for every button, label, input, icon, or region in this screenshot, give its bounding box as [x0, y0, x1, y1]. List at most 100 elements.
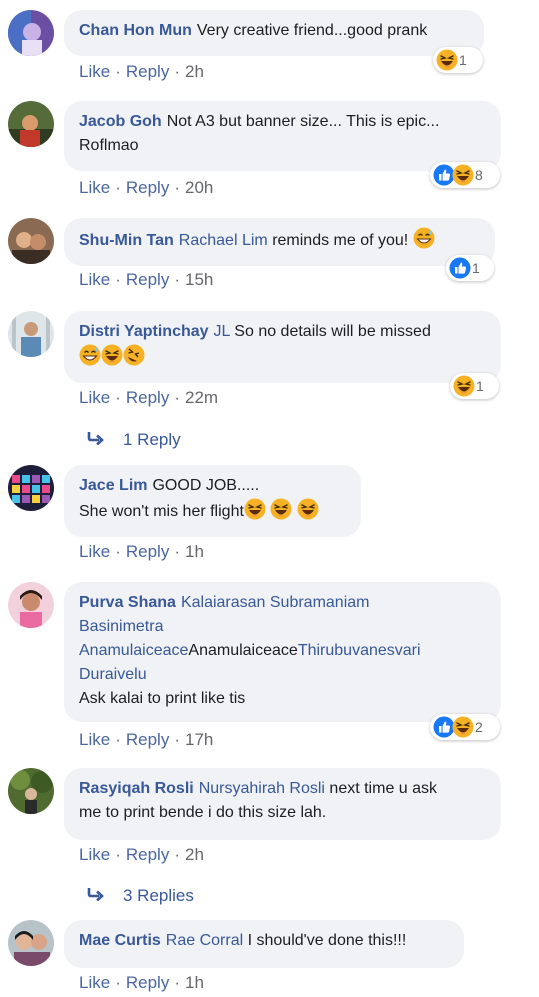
separator-dot: · [174, 270, 180, 289]
comment-author[interactable]: Jace Lim [79, 477, 147, 494]
mention-link[interactable]: Duraivelu [79, 666, 147, 683]
like-button[interactable]: Like [79, 270, 110, 289]
comment-bubble: Rasyiqah Rosli Nursyahirah Rosli next tim… [64, 768, 501, 840]
separator-dot: · [115, 542, 121, 561]
reaction-summary[interactable]: 8 [430, 162, 500, 188]
avatar[interactable] [8, 10, 54, 56]
separator-dot: · [115, 845, 121, 864]
mention-link[interactable]: Nursyahirah Rosli [199, 780, 325, 797]
comment-actions: Like · Reply · 22m [79, 388, 218, 408]
avatar[interactable] [8, 218, 54, 264]
comment-timestamp[interactable]: 20h [185, 178, 213, 197]
comment-author[interactable]: Distri Yaptinchay [79, 323, 209, 340]
avatar[interactable] [8, 920, 54, 966]
avatar[interactable] [8, 582, 54, 628]
comment-text: reminds me of you! [272, 232, 409, 249]
view-replies-link[interactable]: 1 Reply [87, 430, 181, 450]
reply-button[interactable]: Reply [126, 542, 169, 561]
reaction-count: 1 [459, 52, 467, 68]
haha-reaction-icon [453, 375, 475, 397]
reaction-summary[interactable]: 2 [430, 714, 500, 740]
comment-timestamp[interactable]: 15h [185, 270, 213, 289]
replies-count-label[interactable]: 1 Reply [123, 430, 181, 449]
separator-dot: · [115, 178, 121, 197]
separator-dot: · [174, 178, 180, 197]
reply-button[interactable]: Reply [126, 388, 169, 407]
comment-timestamp[interactable]: 17h [185, 730, 213, 749]
separator-dot: · [174, 730, 180, 749]
like-button[interactable]: Like [79, 973, 110, 992]
like-button[interactable]: Like [79, 388, 110, 407]
mention-link[interactable]: Thirubuvanesvari [298, 642, 421, 659]
separator-dot: · [174, 845, 180, 864]
reply-button[interactable]: Reply [126, 62, 169, 81]
reaction-count: 2 [475, 719, 483, 735]
view-replies-link[interactable]: 3 Replies [87, 886, 194, 906]
avatar[interactable] [8, 768, 54, 814]
comment-author[interactable]: Mae Curtis [79, 932, 161, 949]
comment-bubble: Purva Shana Kalaiarasan Subramaniam Basin… [64, 582, 501, 722]
laughing-emoji-icon [297, 498, 319, 520]
comment-text: GOOD JOB..... [152, 477, 260, 494]
comment-text: me to print bende i do this size lah. [79, 804, 327, 821]
comment-author[interactable]: Jacob Goh [79, 113, 162, 130]
reaction-count: 8 [475, 167, 483, 183]
grinning-sweat-emoji-icon [413, 227, 435, 249]
comment-actions: Like · Reply · 1h [79, 542, 204, 562]
like-button[interactable]: Like [79, 178, 110, 197]
reply-arrow-icon [87, 886, 109, 906]
like-button[interactable]: Like [79, 542, 110, 561]
comment-actions: Like · Reply · 1h [79, 973, 204, 993]
comment-author[interactable]: Chan Hon Mun [79, 22, 192, 39]
like-reaction-icon [449, 257, 471, 279]
mention-link[interactable]: Rachael Lim [179, 232, 268, 249]
avatar[interactable] [8, 311, 54, 357]
comment-bubble: Chan Hon Mun Very creative friend...good … [64, 10, 484, 56]
comment-actions: Like · Reply · 20h [79, 178, 213, 198]
mention-link[interactable]: Kalaiarasan Subramaniam [181, 594, 370, 611]
reply-button[interactable]: Reply [126, 178, 169, 197]
reaction-count: 1 [476, 378, 484, 394]
reply-button[interactable]: Reply [126, 270, 169, 289]
separator-dot: · [174, 388, 180, 407]
mention-link[interactable]: JL [214, 323, 230, 340]
like-button[interactable]: Like [79, 730, 110, 749]
avatar[interactable] [8, 101, 54, 147]
separator-dot: · [174, 62, 180, 81]
comment-bubble: Distri Yaptinchay JL So no details will b… [64, 311, 501, 383]
comment-timestamp[interactable]: 22m [185, 388, 218, 407]
replies-count-label[interactable]: 3 Replies [123, 886, 194, 905]
laughing-emoji-icon [101, 344, 123, 366]
haha-reaction-icon [452, 164, 474, 186]
comment-author[interactable]: Purva Shana [79, 594, 176, 611]
comment-author[interactable]: Shu-Min Tan [79, 232, 174, 249]
comment-author[interactable]: Rasyiqah Rosli [79, 780, 194, 797]
reply-button[interactable]: Reply [126, 730, 169, 749]
reaction-summary[interactable]: 1 [446, 255, 494, 281]
comment-text: next time u ask [329, 780, 438, 797]
reply-arrow-icon [87, 430, 109, 450]
comment-timestamp[interactable]: 2h [185, 845, 204, 864]
comment-timestamp[interactable]: 1h [185, 973, 204, 992]
reaction-summary[interactable]: 1 [450, 373, 499, 399]
reply-button[interactable]: Reply [126, 845, 169, 864]
mention-link[interactable]: Anamulaiceace [79, 642, 188, 659]
comment-text: Anamulaiceace [188, 642, 298, 659]
comment-text: She won't mis her flight [79, 503, 244, 520]
grinning-sweat-emoji-icon [79, 344, 101, 366]
separator-dot: · [115, 62, 121, 81]
like-button[interactable]: Like [79, 62, 110, 81]
comment-text: I should've done this!!! [247, 932, 407, 949]
reply-button[interactable]: Reply [126, 973, 169, 992]
comment-actions: Like · Reply · 17h [79, 730, 213, 750]
comment-timestamp[interactable]: 2h [185, 62, 204, 81]
comment-timestamp[interactable]: 1h [185, 542, 204, 561]
reaction-summary[interactable]: 1 [433, 47, 483, 73]
like-button[interactable]: Like [79, 845, 110, 864]
comment-bubble: Mae Curtis Rae Corral I should've done th… [64, 920, 464, 968]
mention-link[interactable]: Rae Corral [166, 932, 243, 949]
haha-reaction-icon [436, 49, 458, 71]
rolling-laughing-emoji-icon [123, 344, 145, 366]
mention-link[interactable]: Basinimetra [79, 618, 163, 635]
avatar[interactable] [8, 465, 54, 511]
